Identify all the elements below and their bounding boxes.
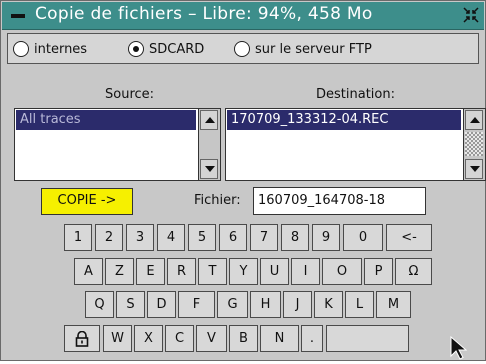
key-q[interactable]: Q bbox=[85, 291, 114, 318]
mouse-pointer-icon bbox=[449, 335, 469, 364]
file-name-input[interactable]: 160709_164708-18 bbox=[253, 187, 426, 215]
key-n[interactable]: N bbox=[260, 325, 299, 352]
key-0[interactable]: 0 bbox=[343, 224, 383, 251]
key-z[interactable]: Z bbox=[105, 258, 134, 285]
key-o[interactable]: O bbox=[322, 258, 362, 285]
file-label: Fichier: bbox=[194, 193, 241, 208]
file-copy-window: Copie de fichiers – Libre: 94%, 458 Mo i… bbox=[0, 0, 486, 361]
key-x[interactable]: X bbox=[134, 325, 163, 352]
destination-list-item[interactable]: 170709_133312-04.REC bbox=[227, 110, 461, 130]
key-2[interactable]: 2 bbox=[95, 224, 123, 251]
arrow-up-icon bbox=[205, 117, 215, 123]
caps-lock-key[interactable] bbox=[64, 325, 100, 352]
radio-internes[interactable]: internes bbox=[13, 39, 87, 59]
key-8[interactable]: 8 bbox=[281, 224, 309, 251]
key-j[interactable]: J bbox=[283, 291, 312, 318]
source-scroll-up-button[interactable] bbox=[200, 110, 218, 130]
arrow-down-icon bbox=[470, 166, 480, 172]
key-9[interactable]: 9 bbox=[312, 224, 340, 251]
lock-icon bbox=[75, 330, 89, 347]
key-3[interactable]: 3 bbox=[126, 224, 154, 251]
key-k[interactable]: K bbox=[314, 291, 343, 318]
key-omega[interactable]: Ω bbox=[395, 258, 432, 285]
key-y[interactable]: Y bbox=[229, 258, 258, 285]
key-l[interactable]: L bbox=[345, 291, 374, 318]
radio-ftp-indicator bbox=[234, 41, 250, 57]
key-d[interactable]: D bbox=[147, 291, 176, 318]
key-e[interactable]: E bbox=[136, 258, 165, 285]
window-menu-icon[interactable] bbox=[11, 14, 25, 18]
restore-icon[interactable] bbox=[462, 7, 480, 25]
key-m[interactable]: M bbox=[376, 291, 411, 318]
source-scroll-down-button[interactable] bbox=[200, 159, 218, 179]
radio-internes-label: internes bbox=[34, 41, 88, 57]
radio-sdcard-label: SDCARD bbox=[149, 41, 205, 57]
destination-scroll-up-button[interactable] bbox=[465, 110, 483, 130]
key-period[interactable]: . bbox=[301, 325, 323, 352]
source-radio-group: internes SDCARD sur le serveur FTP bbox=[7, 33, 479, 64]
key-a[interactable]: A bbox=[74, 258, 103, 285]
key-4[interactable]: 4 bbox=[157, 224, 185, 251]
radio-internes-indicator bbox=[13, 41, 29, 57]
key-r[interactable]: R bbox=[167, 258, 196, 285]
title-bar: Copie de fichiers – Libre: 94%, 458 Mo bbox=[2, 2, 484, 30]
key-p[interactable]: P bbox=[364, 258, 393, 285]
radio-ftp-label: sur le serveur FTP bbox=[255, 41, 372, 57]
radio-ftp[interactable]: sur le serveur FTP bbox=[234, 39, 372, 59]
key-s[interactable]: S bbox=[116, 291, 145, 318]
key-u[interactable]: U bbox=[260, 258, 289, 285]
radio-sdcard-indicator bbox=[128, 41, 144, 57]
backspace-key[interactable]: <- bbox=[386, 224, 432, 251]
space-key[interactable] bbox=[326, 325, 409, 352]
key-w[interactable]: W bbox=[103, 325, 132, 352]
key-5[interactable]: 5 bbox=[188, 224, 216, 251]
destination-scrollbar[interactable] bbox=[463, 109, 485, 180]
destination-scroll-track[interactable] bbox=[465, 132, 483, 156]
key-7[interactable]: 7 bbox=[250, 224, 278, 251]
copy-button[interactable]: COPIE -> bbox=[41, 188, 133, 215]
key-v[interactable]: V bbox=[196, 325, 227, 352]
key-t[interactable]: T bbox=[198, 258, 227, 285]
source-list-item[interactable]: All traces bbox=[16, 110, 196, 130]
destination-list[interactable]: 170709_133312-04.REC bbox=[225, 108, 486, 181]
key-1[interactable]: 1 bbox=[64, 224, 92, 251]
key-c[interactable]: C bbox=[165, 325, 194, 352]
arrow-down-icon bbox=[205, 166, 215, 172]
source-label: Source: bbox=[105, 87, 155, 102]
key-f[interactable]: F bbox=[178, 291, 215, 318]
arrow-up-icon bbox=[470, 117, 480, 123]
key-i[interactable]: I bbox=[291, 258, 320, 285]
radio-sdcard[interactable]: SDCARD bbox=[128, 39, 204, 59]
key-6[interactable]: 6 bbox=[219, 224, 247, 251]
key-b[interactable]: B bbox=[229, 325, 258, 352]
window-title: Copie de fichiers – Libre: 94%, 458 Mo bbox=[35, 4, 373, 24]
key-h[interactable]: H bbox=[250, 291, 281, 318]
key-g[interactable]: G bbox=[217, 291, 248, 318]
source-list[interactable]: All traces bbox=[14, 108, 221, 181]
source-scrollbar[interactable] bbox=[198, 109, 220, 180]
destination-label: Destination: bbox=[316, 87, 395, 102]
destination-scroll-down-button[interactable] bbox=[465, 159, 483, 179]
